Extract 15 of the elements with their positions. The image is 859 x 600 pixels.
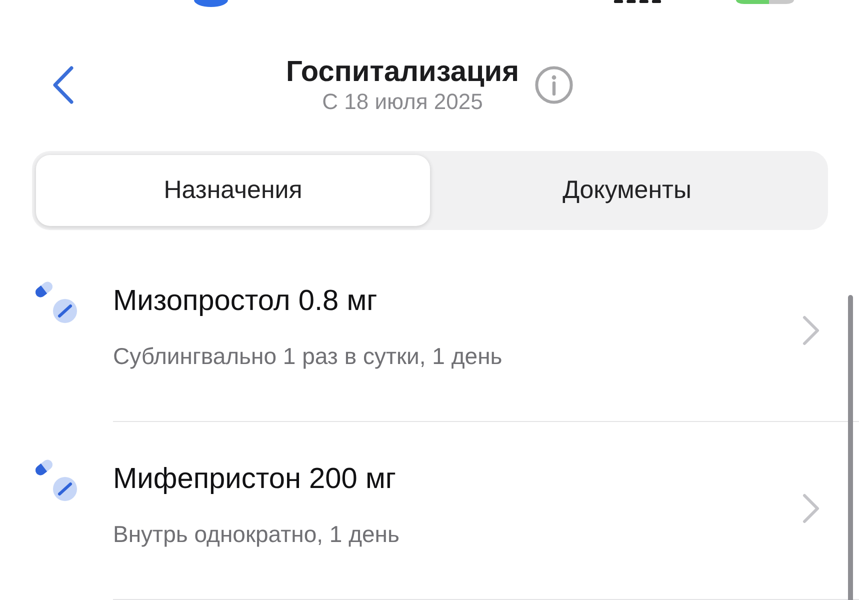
chevron-right-icon (802, 492, 820, 524)
info-icon[interactable] (535, 66, 574, 104)
chevron-right-icon (802, 314, 820, 346)
page-subtitle: С 18 июля 2025 (322, 89, 483, 115)
dosage-instructions: Сублингвально 1 раз в сутки, 1 день (113, 342, 502, 371)
page-title: Госпитализация (286, 55, 520, 89)
tab[interactable]: Назначения (36, 155, 430, 226)
chevron-left-icon (52, 66, 74, 104)
battery-icon (736, 0, 794, 4)
tab[interactable]: Документы (430, 155, 824, 226)
signal-icon (614, 0, 661, 3)
back-button[interactable] (52, 66, 74, 104)
medication-name: Мизопростол 0.8 мг (113, 284, 378, 319)
dosage-instructions: Внутрь однократно, 1 день (113, 520, 400, 549)
medication-name: Мифепристон 200 мг (113, 462, 396, 497)
